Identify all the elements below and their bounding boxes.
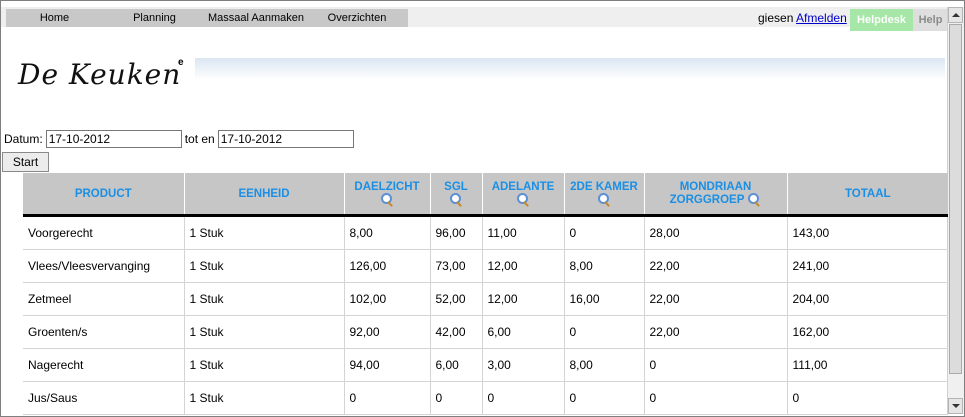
menu-massaal-aanmaken[interactable]: Massaal Aanmaken [206, 9, 306, 27]
username: giesen [758, 11, 794, 25]
cell-adelante: 12,00 [481, 282, 564, 316]
cell-adelante: 6,00 [481, 315, 564, 349]
main-menu: Home Planning Massaal Aanmaken Overzicht… [6, 9, 408, 27]
cell-totaal: 241,00 [786, 249, 948, 283]
cell-daelzicht: 8,00 [343, 215, 430, 250]
cell-daelzicht: 126,00 [343, 249, 430, 283]
magnifier-icon[interactable] [516, 192, 530, 207]
cell-eenheid: 1 Stuk [183, 249, 344, 283]
magnifier-icon[interactable] [747, 192, 761, 207]
cell-mondriaan: 22,00 [643, 249, 787, 283]
col-2de-kamer[interactable]: 2DE KAMER [563, 173, 644, 217]
date-filter: Datum: tot en [4, 130, 357, 148]
cell-totaal: 111,00 [786, 348, 948, 382]
cell-sgl: 42,00 [429, 315, 482, 349]
magnifier-icon[interactable] [449, 192, 463, 207]
cell-daelzicht: 0 [343, 381, 430, 415]
menu-planning[interactable]: Planning [103, 9, 206, 27]
date-label: Datum: [4, 132, 43, 146]
cell-adelante: 11,00 [481, 215, 564, 250]
cell-2de-kamer: 8,00 [563, 348, 644, 382]
cell-product: Zetmeel [23, 282, 184, 316]
cell-eenheid: 1 Stuk [183, 381, 344, 415]
magnifier-icon[interactable] [380, 192, 394, 207]
to-label: tot en [184, 132, 215, 146]
cell-mondriaan: 0 [643, 381, 787, 415]
logo-banner [195, 58, 945, 80]
helpdesk-button[interactable]: Helpdesk [850, 9, 913, 31]
cell-2de-kamer: 16,00 [563, 282, 644, 316]
cell-mondriaan: 28,00 [643, 215, 787, 250]
cell-mondriaan: 22,00 [643, 315, 787, 349]
report-table: PRODUCT EENHEID DAELZICHT SGL ADELANTE 2… [23, 173, 948, 415]
date-to-input[interactable] [217, 130, 354, 148]
table-row: Voorgerecht 1 Stuk 8,00 96,00 11,00 0 28… [23, 215, 948, 250]
cell-totaal: 143,00 [786, 215, 948, 250]
cell-product: Nagerecht [23, 348, 184, 382]
help-button[interactable]: Help [913, 9, 948, 31]
cell-daelzicht: 94,00 [343, 348, 430, 382]
col-mondriaan-zorggroep[interactable]: MONDRIAAN ZORGGROEP [643, 173, 787, 217]
cell-2de-kamer: 0 [563, 215, 644, 250]
date-from-input[interactable] [45, 130, 182, 148]
col-product[interactable]: PRODUCT [23, 173, 184, 217]
cell-2de-kamer: 8,00 [563, 249, 644, 283]
cell-sgl: 0 [429, 381, 482, 415]
cell-totaal: 162,00 [786, 315, 948, 349]
cell-product: Jus/Saus [23, 381, 184, 415]
start-button[interactable]: Start [2, 152, 49, 172]
cell-2de-kamer: 0 [563, 315, 644, 349]
table-row: Zetmeel 1 Stuk 102,00 52,00 12,00 16,00 … [23, 282, 948, 316]
scroll-thumb[interactable] [949, 24, 962, 374]
cell-product: Groenten/s [23, 315, 184, 349]
cell-daelzicht: 102,00 [343, 282, 430, 316]
table-header-row: PRODUCT EENHEID DAELZICHT SGL ADELANTE 2… [23, 173, 948, 217]
cell-eenheid: 1 Stuk [183, 348, 344, 382]
logo-mark: e [178, 57, 184, 68]
col-eenheid[interactable]: EENHEID [183, 173, 344, 217]
cell-adelante: 12,00 [481, 249, 564, 283]
cell-sgl: 96,00 [429, 215, 482, 250]
cell-sgl: 6,00 [429, 348, 482, 382]
col-sgl[interactable]: SGL [429, 173, 482, 217]
cell-eenheid: 1 Stuk [183, 315, 344, 349]
cell-totaal: 204,00 [786, 282, 948, 316]
col-daelzicht[interactable]: DAELZICHT [343, 173, 430, 217]
cell-mondriaan: 22,00 [643, 282, 787, 316]
menu-overzichten[interactable]: Overzichten [306, 9, 408, 27]
logo: De Keuken [18, 58, 182, 91]
cell-product: Vlees/Vleesvervanging [23, 249, 184, 283]
cell-2de-kamer: 0 [563, 381, 644, 415]
cell-sgl: 52,00 [429, 282, 482, 316]
cell-adelante: 3,00 [481, 348, 564, 382]
table-row: Groenten/s 1 Stuk 92,00 42,00 6,00 0 22,… [23, 315, 948, 349]
table-row: Vlees/Vleesvervanging 1 Stuk 126,00 73,0… [23, 249, 948, 283]
table-row: Nagerecht 1 Stuk 94,00 6,00 3,00 8,00 0 … [23, 348, 948, 382]
cell-product: Voorgerecht [23, 215, 184, 250]
cell-adelante: 0 [481, 381, 564, 415]
cell-daelzicht: 92,00 [343, 315, 430, 349]
scroll-down-arrow-icon[interactable] [948, 398, 963, 414]
col-adelante[interactable]: ADELANTE [481, 173, 564, 217]
cell-mondriaan: 0 [643, 348, 787, 382]
logout-link[interactable]: Afmelden [796, 11, 847, 25]
table-row: Jus/Saus 1 Stuk 0 0 0 0 0 0 [23, 381, 948, 415]
magnifier-icon[interactable] [597, 192, 611, 207]
menu-home[interactable]: Home [6, 9, 103, 27]
scroll-up-arrow-icon[interactable] [948, 7, 963, 23]
cell-sgl: 73,00 [429, 249, 482, 283]
cell-eenheid: 1 Stuk [183, 282, 344, 316]
user-area: giesen Afmelden [758, 10, 847, 26]
vertical-scrollbar[interactable] [947, 7, 964, 414]
cell-eenheid: 1 Stuk [183, 215, 344, 250]
col-totaal[interactable]: TOTAAL [786, 173, 948, 217]
cell-totaal: 0 [786, 381, 948, 415]
